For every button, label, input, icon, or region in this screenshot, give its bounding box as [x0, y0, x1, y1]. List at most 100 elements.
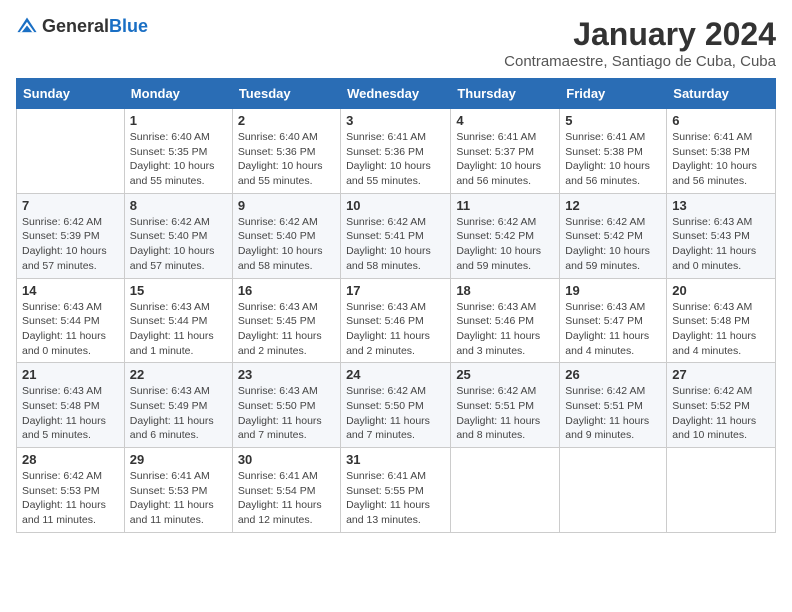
day-info: Sunrise: 6:43 AMSunset: 5:49 PMDaylight:… [130, 384, 227, 443]
header-monday: Monday [124, 79, 232, 109]
calendar-cell [451, 448, 560, 533]
calendar-cell [667, 448, 776, 533]
day-info: Sunrise: 6:41 AMSunset: 5:55 PMDaylight:… [346, 469, 445, 528]
day-number: 31 [346, 452, 445, 467]
day-info: Sunrise: 6:40 AMSunset: 5:35 PMDaylight:… [130, 130, 227, 189]
calendar-cell: 2Sunrise: 6:40 AMSunset: 5:36 PMDaylight… [232, 109, 340, 194]
calendar-cell: 12Sunrise: 6:42 AMSunset: 5:42 PMDayligh… [560, 193, 667, 278]
calendar-cell: 14 Sunrise: 6:43 AMSunset: 5:44 PMDayligh… [17, 278, 125, 363]
day-info: Sunrise: 6:41 AMSunset: 5:53 PMDaylight:… [130, 469, 227, 528]
month-title: January 2024 [504, 16, 776, 53]
day-number: 8 [130, 198, 227, 213]
calendar-cell: 24Sunrise: 6:42 AMSunset: 5:50 PMDayligh… [341, 363, 451, 448]
day-info: Sunrise: 6:43 AMSunset: 5:47 PMDaylight:… [565, 300, 661, 359]
day-number: 29 [130, 452, 227, 467]
day-number: 14 [22, 283, 119, 298]
day-number: 24 [346, 367, 445, 382]
day-info: Sunrise: 6:43 AMSunset: 5:48 PMDaylight:… [672, 300, 770, 359]
day-number: 21 [22, 367, 119, 382]
calendar-cell: 26 Sunrise: 6:42 AMSunset: 5:51 PMDayligh… [560, 363, 667, 448]
day-number: 4 [456, 113, 554, 128]
day-number: 13 [672, 198, 770, 213]
day-number: 1 [130, 113, 227, 128]
calendar-table: SundayMondayTuesdayWednesdayThursdayFrid… [16, 78, 776, 533]
day-info: Sunrise: 6:43 AMSunset: 5:45 PMDaylight:… [238, 300, 335, 359]
page-header: GeneralBlue January 2024 Contramaestre, … [16, 16, 776, 70]
day-info: Sunrise: 6:42 AMSunset: 5:42 PMDaylight:… [456, 215, 554, 274]
calendar-cell: 28 Sunrise: 6:42 AMSunset: 5:53 PMDayligh… [17, 448, 125, 533]
week-row-0: 1 Sunrise: 6:40 AMSunset: 5:35 PMDaylight… [17, 109, 776, 194]
day-number: 27 [672, 367, 770, 382]
calendar-header: SundayMondayTuesdayWednesdayThursdayFrid… [17, 79, 776, 109]
header-saturday: Saturday [667, 79, 776, 109]
day-number: 7 [22, 198, 119, 213]
day-info: Sunrise: 6:41 AMSunset: 5:38 PMDaylight:… [565, 130, 661, 189]
day-number: 20 [672, 283, 770, 298]
calendar-cell [17, 109, 125, 194]
calendar-cell: 13 Sunrise: 6:43 AMSunset: 5:43 PMDayligh… [667, 193, 776, 278]
header-tuesday: Tuesday [232, 79, 340, 109]
day-number: 26 [565, 367, 661, 382]
day-info: Sunrise: 6:41 AMSunset: 5:36 PMDaylight:… [346, 130, 445, 189]
calendar-cell: 27 Sunrise: 6:42 AMSunset: 5:52 PMDayligh… [667, 363, 776, 448]
calendar-cell: 5Sunrise: 6:41 AMSunset: 5:38 PMDaylight… [560, 109, 667, 194]
header-row: SundayMondayTuesdayWednesdayThursdayFrid… [17, 79, 776, 109]
logo-general: GeneralBlue [42, 17, 148, 37]
header-wednesday: Wednesday [341, 79, 451, 109]
day-number: 22 [130, 367, 227, 382]
day-info: Sunrise: 6:42 AMSunset: 5:40 PMDaylight:… [130, 215, 227, 274]
day-info: Sunrise: 6:42 AMSunset: 5:51 PMDaylight:… [456, 384, 554, 443]
calendar-cell: 10 Sunrise: 6:42 AMSunset: 5:41 PMDayligh… [341, 193, 451, 278]
day-info: Sunrise: 6:41 AMSunset: 5:38 PMDaylight:… [672, 130, 770, 189]
calendar-cell: 20 Sunrise: 6:43 AMSunset: 5:48 PMDayligh… [667, 278, 776, 363]
day-number: 23 [238, 367, 335, 382]
calendar-cell [560, 448, 667, 533]
day-info: Sunrise: 6:42 AMSunset: 5:53 PMDaylight:… [22, 469, 119, 528]
day-number: 15 [130, 283, 227, 298]
calendar-cell: 22 Sunrise: 6:43 AMSunset: 5:49 PMDayligh… [124, 363, 232, 448]
day-info: Sunrise: 6:43 AMSunset: 5:44 PMDaylight:… [22, 300, 119, 359]
calendar-cell: 3 Sunrise: 6:41 AMSunset: 5:36 PMDaylight… [341, 109, 451, 194]
calendar-cell: 8 Sunrise: 6:42 AMSunset: 5:40 PMDaylight… [124, 193, 232, 278]
week-row-4: 28 Sunrise: 6:42 AMSunset: 5:53 PMDayligh… [17, 448, 776, 533]
day-number: 25 [456, 367, 554, 382]
day-info: Sunrise: 6:42 AMSunset: 5:52 PMDaylight:… [672, 384, 770, 443]
day-number: 3 [346, 113, 445, 128]
calendar-cell: 31 Sunrise: 6:41 AMSunset: 5:55 PMDayligh… [341, 448, 451, 533]
calendar-cell: 6Sunrise: 6:41 AMSunset: 5:38 PMDaylight… [667, 109, 776, 194]
calendar-cell: 30Sunrise: 6:41 AMSunset: 5:54 PMDayligh… [232, 448, 340, 533]
calendar-body: 1 Sunrise: 6:40 AMSunset: 5:35 PMDaylight… [17, 109, 776, 533]
day-number: 17 [346, 283, 445, 298]
day-number: 2 [238, 113, 335, 128]
day-number: 30 [238, 452, 335, 467]
day-info: Sunrise: 6:43 AMSunset: 5:46 PMDaylight:… [456, 300, 554, 359]
calendar-cell: 1 Sunrise: 6:40 AMSunset: 5:35 PMDaylight… [124, 109, 232, 194]
calendar-cell: 21 Sunrise: 6:43 AMSunset: 5:48 PMDayligh… [17, 363, 125, 448]
day-info: Sunrise: 6:41 AMSunset: 5:37 PMDaylight:… [456, 130, 554, 189]
day-number: 18 [456, 283, 554, 298]
day-info: Sunrise: 6:43 AMSunset: 5:44 PMDaylight:… [130, 300, 227, 359]
title-block: January 2024 Contramaestre, Santiago de … [504, 16, 776, 70]
day-number: 28 [22, 452, 119, 467]
calendar-cell: 15 Sunrise: 6:43 AMSunset: 5:44 PMDayligh… [124, 278, 232, 363]
week-row-1: 7Sunrise: 6:42 AMSunset: 5:39 PMDaylight… [17, 193, 776, 278]
day-info: Sunrise: 6:42 AMSunset: 5:41 PMDaylight:… [346, 215, 445, 274]
location-title: Contramaestre, Santiago de Cuba, Cuba [504, 53, 776, 70]
logo-icon [16, 16, 38, 38]
header-sunday: Sunday [17, 79, 125, 109]
calendar-cell: 4 Sunrise: 6:41 AMSunset: 5:37 PMDaylight… [451, 109, 560, 194]
day-number: 12 [565, 198, 661, 213]
day-info: Sunrise: 6:43 AMSunset: 5:43 PMDaylight:… [672, 215, 770, 274]
day-number: 9 [238, 198, 335, 213]
day-info: Sunrise: 6:43 AMSunset: 5:48 PMDaylight:… [22, 384, 119, 443]
header-thursday: Thursday [451, 79, 560, 109]
calendar-cell: 11Sunrise: 6:42 AMSunset: 5:42 PMDayligh… [451, 193, 560, 278]
calendar-cell: 9Sunrise: 6:42 AMSunset: 5:40 PMDaylight… [232, 193, 340, 278]
day-info: Sunrise: 6:42 AMSunset: 5:51 PMDaylight:… [565, 384, 661, 443]
day-number: 19 [565, 283, 661, 298]
day-number: 10 [346, 198, 445, 213]
day-info: Sunrise: 6:43 AMSunset: 5:46 PMDaylight:… [346, 300, 445, 359]
header-friday: Friday [560, 79, 667, 109]
week-row-2: 14 Sunrise: 6:43 AMSunset: 5:44 PMDayligh… [17, 278, 776, 363]
calendar-cell: 16Sunrise: 6:43 AMSunset: 5:45 PMDayligh… [232, 278, 340, 363]
